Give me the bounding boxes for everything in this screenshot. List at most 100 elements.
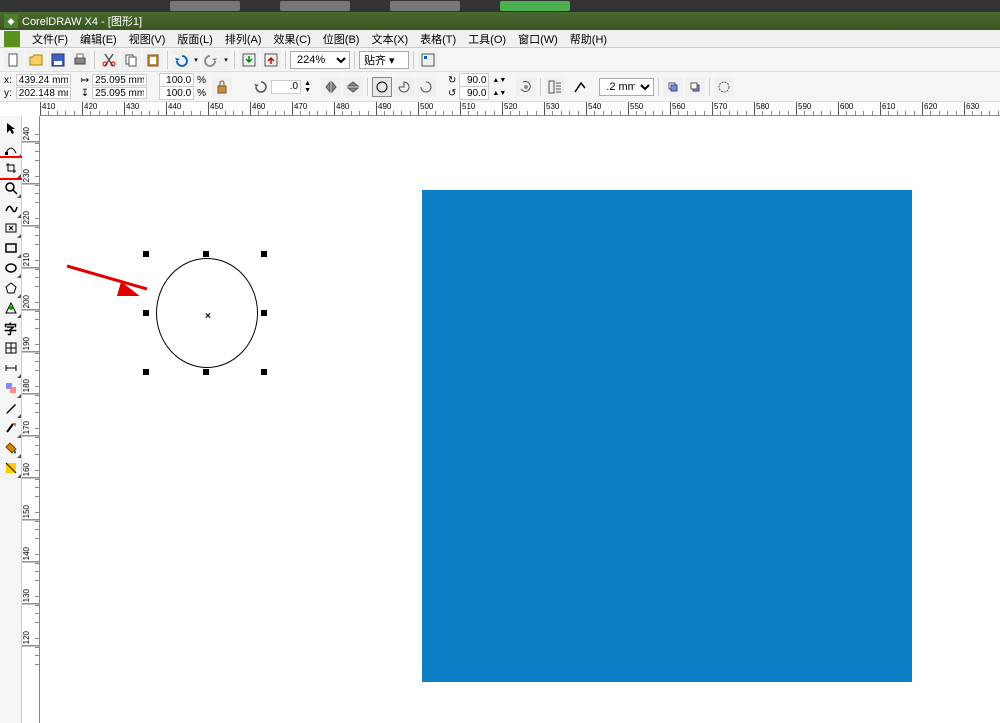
snap-dropdown[interactable]: 贴齐 ▾ (359, 51, 409, 69)
to-front-button[interactable] (663, 77, 683, 97)
fill-tool[interactable] (1, 438, 21, 458)
paste-button[interactable] (143, 50, 163, 70)
menu-window[interactable]: 窗口(W) (512, 29, 564, 49)
menu-text[interactable]: 文本(X) (365, 29, 414, 49)
spinner[interactable]: ▲▼ (304, 80, 311, 94)
menu-view[interactable]: 视图(V) (123, 29, 172, 49)
rotation-input[interactable] (271, 80, 301, 94)
selection-handle[interactable] (143, 251, 149, 257)
undo-button[interactable]: ▾ (172, 50, 200, 70)
zoom-tool[interactable] (1, 178, 21, 198)
pick-tool[interactable] (1, 118, 21, 138)
outline-width-select[interactable]: .2 mm (599, 78, 654, 96)
menu-file[interactable]: 文件(F) (26, 29, 74, 49)
start-angle-input[interactable] (459, 73, 489, 87)
selection-handle[interactable] (203, 251, 209, 257)
ellipse-button[interactable] (372, 77, 392, 97)
text-tool[interactable]: 字 (1, 318, 21, 338)
property-bar: x: y: ↦ ↧ % % ▲▼ ↻▲▼ ↺▲▼ .2 mm (0, 72, 1000, 102)
width-input[interactable] (92, 74, 147, 86)
menu-bitmaps[interactable]: 位图(B) (317, 29, 366, 49)
os-tab[interactable] (390, 1, 460, 11)
interactive-fill-tool[interactable] (1, 458, 21, 478)
end-angle-input[interactable] (459, 86, 489, 100)
blue-rectangle-object[interactable] (422, 190, 912, 682)
print-button[interactable] (70, 50, 90, 70)
smart-fill-tool[interactable] (1, 218, 21, 238)
interactive-tool[interactable] (1, 378, 21, 398)
pct-label: % (197, 75, 206, 86)
scale-x-input[interactable] (159, 73, 194, 87)
width-icon: ↦ (81, 75, 89, 86)
freehand-tool[interactable] (1, 198, 21, 218)
menu-edit[interactable]: 编辑(E) (74, 29, 123, 49)
export-button[interactable] (261, 50, 281, 70)
new-button[interactable] (4, 50, 24, 70)
table-tool[interactable] (1, 338, 21, 358)
selection-handle[interactable] (261, 251, 267, 257)
menu-effects[interactable]: 效果(C) (268, 29, 317, 49)
window-title: CorelDRAW X4 - [图形1] (22, 13, 142, 29)
os-tab[interactable] (500, 1, 570, 11)
end-angle-icon: ↺ (448, 88, 456, 99)
convert-curves-button[interactable] (714, 77, 734, 97)
pie-button[interactable] (394, 77, 414, 97)
app-logo-icon: ◆ (4, 14, 18, 28)
save-button[interactable] (48, 50, 68, 70)
os-tab[interactable] (170, 1, 240, 11)
size-block: ↦ ↧ (81, 74, 147, 100)
menu-arrange[interactable]: 排列(A) (219, 29, 268, 49)
separator (234, 51, 235, 69)
arc-button[interactable] (416, 77, 436, 97)
shape-tool[interactable] (1, 138, 21, 158)
outline-icon (573, 80, 587, 94)
lock-ratio-button[interactable] (212, 77, 232, 97)
selection-handle[interactable] (261, 369, 267, 375)
polygon-tool[interactable] (1, 278, 21, 298)
spinner[interactable]: ▲▼ (492, 77, 506, 84)
redo-button[interactable]: ▾ (202, 50, 230, 70)
x-input[interactable] (16, 74, 71, 86)
dimension-tool[interactable] (1, 358, 21, 378)
eyedropper-tool[interactable] (1, 398, 21, 418)
mirror-v-button[interactable] (343, 77, 363, 97)
y-input[interactable] (16, 87, 71, 99)
basic-shapes-tool[interactable] (1, 298, 21, 318)
options-button[interactable] (418, 50, 438, 70)
tutorial-arrow-icon (62, 261, 162, 296)
copy-button[interactable] (121, 50, 141, 70)
menu-tools[interactable]: 工具(O) (462, 29, 512, 49)
menu-layout[interactable]: 版面(L) (171, 29, 218, 49)
wrap-text-button[interactable] (545, 77, 565, 97)
selection-handle[interactable] (203, 369, 209, 375)
spinner[interactable]: ▲▼ (492, 90, 506, 97)
selection-center-icon[interactable]: × (205, 311, 211, 322)
zoom-select[interactable]: 224% (290, 51, 350, 69)
menu-table[interactable]: 表格(T) (414, 29, 462, 49)
vertical-ruler[interactable]: 240230220210200190180170160150140130120 (22, 116, 40, 723)
outline-tool[interactable] (1, 418, 21, 438)
open-button[interactable] (26, 50, 46, 70)
to-back-button[interactable] (685, 77, 705, 97)
rectangle-tool[interactable] (1, 238, 21, 258)
mirror-h-button[interactable] (321, 77, 341, 97)
import-button[interactable] (239, 50, 259, 70)
selection-handle[interactable] (261, 310, 267, 316)
drawing-canvas[interactable]: × (40, 116, 1000, 723)
ellipse-tool[interactable] (1, 258, 21, 278)
horizontal-ruler[interactable]: 4104204304404504604704804905005105205305… (40, 102, 1000, 116)
scale-y-input[interactable] (159, 86, 194, 100)
y-label: y: (4, 88, 12, 99)
selection-handle[interactable] (143, 310, 149, 316)
height-input[interactable] (92, 87, 147, 99)
crop-tool[interactable] (1, 158, 21, 178)
direction-button[interactable] (516, 77, 536, 97)
os-tab[interactable] (280, 1, 350, 11)
cut-button[interactable] (99, 50, 119, 70)
rotation-block: ▲▼ (254, 80, 311, 94)
selection-handle[interactable] (143, 369, 149, 375)
separator (413, 51, 414, 69)
app-icon (4, 31, 20, 47)
menu-help[interactable]: 帮助(H) (564, 29, 613, 49)
separator (285, 51, 286, 69)
